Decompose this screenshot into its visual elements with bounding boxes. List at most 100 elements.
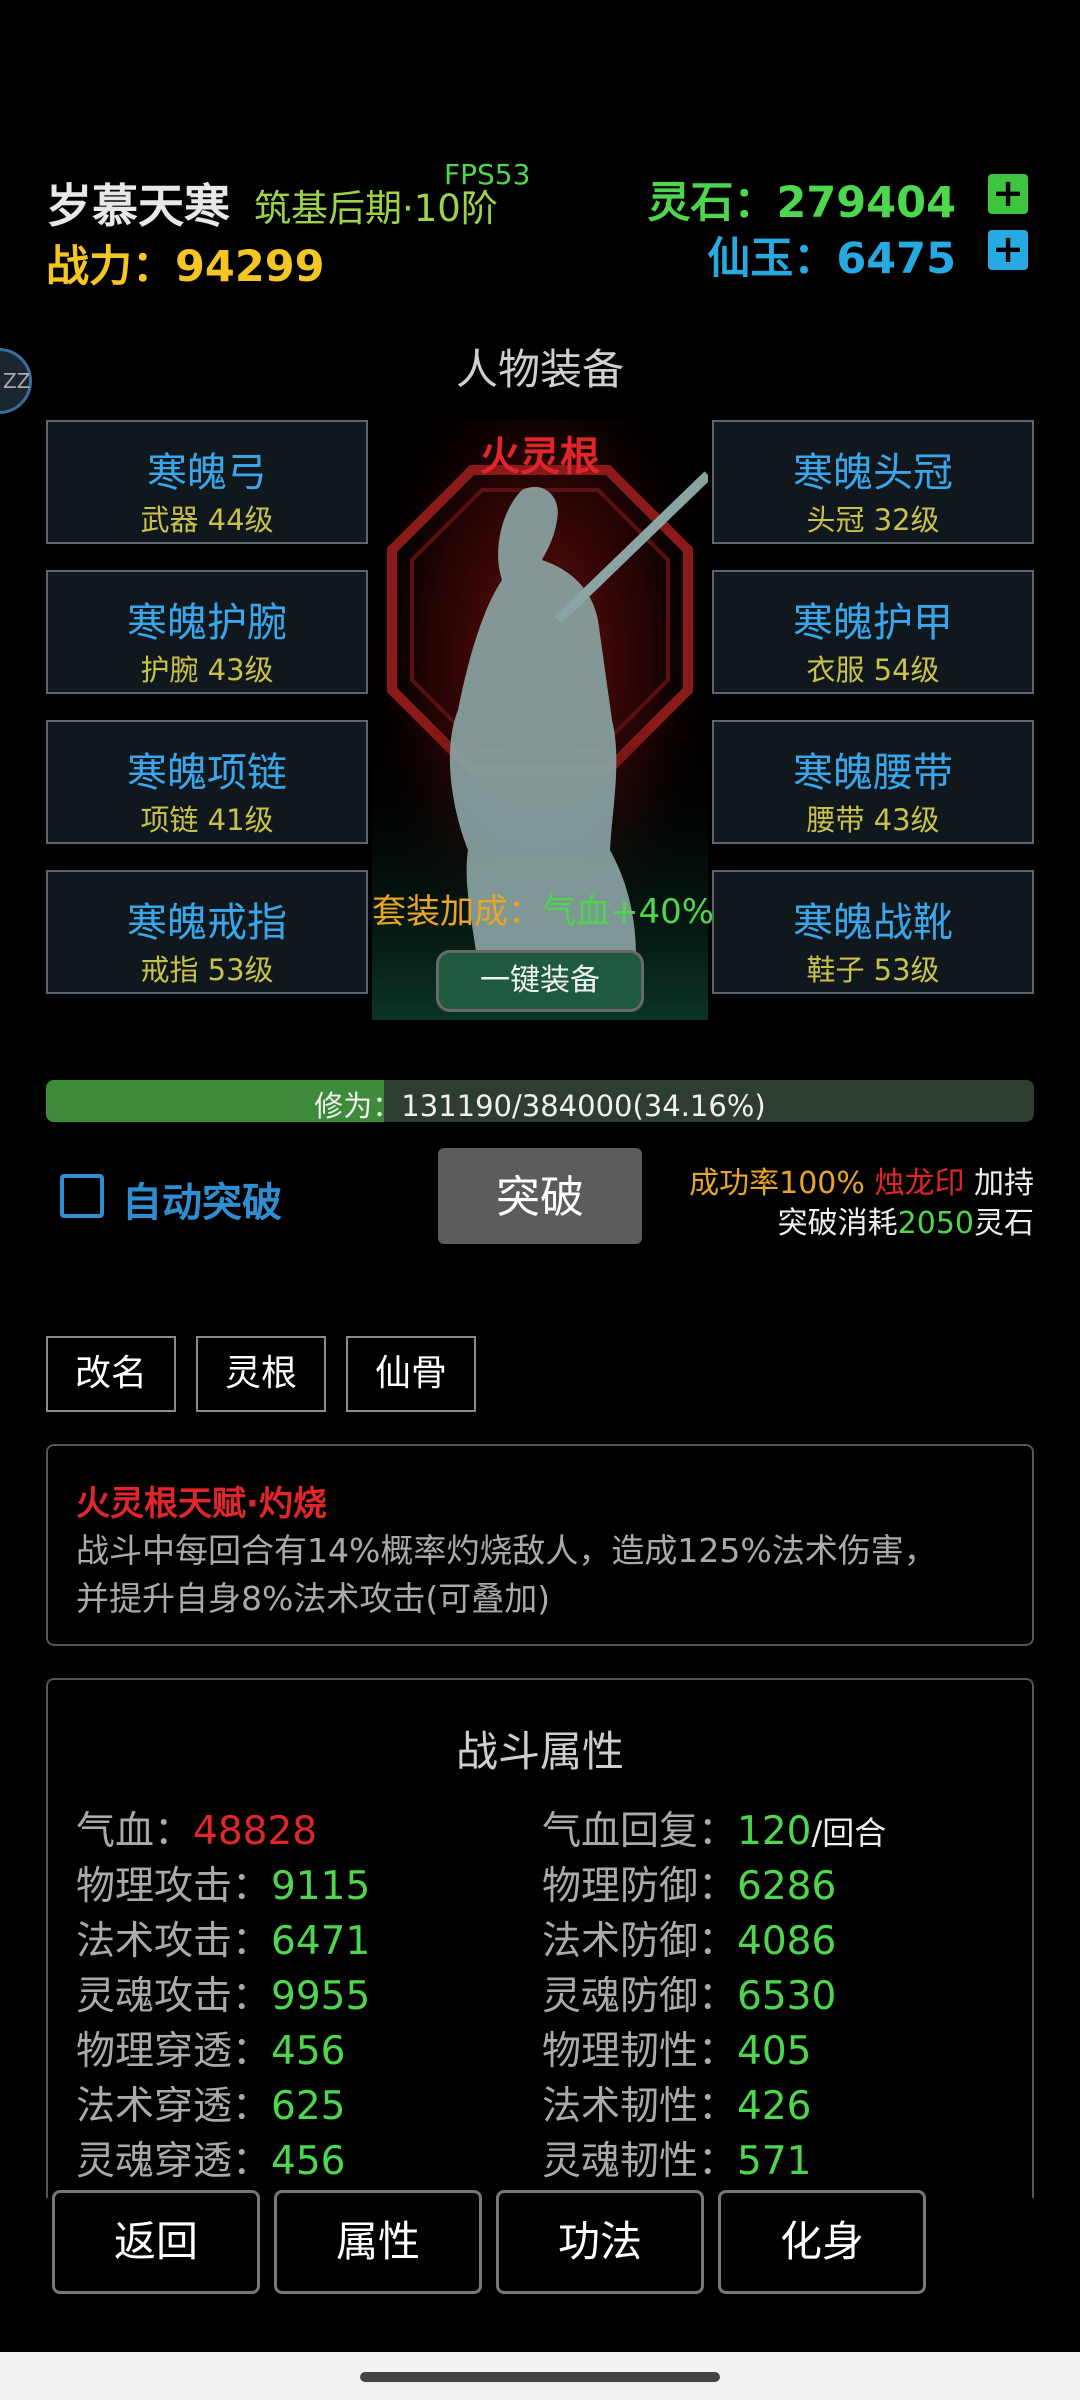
equip-slot-boots[interactable]: 寒魄战靴 鞋子 53级 bbox=[712, 870, 1034, 994]
stat-physical-attack: 物理攻击：9115 bbox=[76, 1855, 370, 1911]
cost-prefix: 突破消耗 bbox=[777, 1206, 898, 1241]
combat-stats-panel: 战斗属性 气血：48828 物理攻击：9115 法术攻击：6471 灵魂攻击：9… bbox=[46, 1678, 1034, 2198]
stat-label: 灵魂韧性： bbox=[542, 2139, 738, 2184]
talent-description-line1: 战斗中每回合有14%概率灼烧敌人，造成125%法术伤害， bbox=[76, 1531, 937, 1570]
stat-label: 物理穿透： bbox=[76, 2029, 272, 2074]
one-click-equip-label: 一键装备 bbox=[480, 963, 600, 998]
stat-value: 456 bbox=[271, 2139, 346, 2184]
cost-suffix: 灵石 bbox=[974, 1206, 1034, 1241]
cultivation-progress: 修为：131190/384000(34.16%) bbox=[46, 1080, 1034, 1122]
stat-value: 405 bbox=[737, 2029, 812, 2074]
spirit-root-button[interactable]: 灵根 bbox=[196, 1336, 326, 1412]
stat-unit: /回合 bbox=[811, 1814, 887, 1852]
equip-level: 鞋子 53级 bbox=[806, 953, 940, 987]
spirit-stone-value: 279404 bbox=[776, 178, 956, 228]
breakthrough-rate: 成功率100% 烛龙印 加持 bbox=[689, 1158, 1034, 1202]
equip-slot-ring[interactable]: 寒魄戒指 戒指 53级 bbox=[46, 870, 368, 994]
power-value: 94299 bbox=[175, 242, 325, 292]
set-bonus: 套装加成：气血+40% bbox=[372, 884, 714, 933]
techniques-button[interactable]: 功法 bbox=[496, 2190, 704, 2294]
stat-soul-defense: 灵魂防御：6530 bbox=[542, 1965, 836, 2021]
equip-slot-armor[interactable]: 寒魄护甲 衣服 54级 bbox=[712, 570, 1034, 694]
equip-slot-bracer[interactable]: 寒魄护腕 护腕 43级 bbox=[46, 570, 368, 694]
set-bonus-value: 气血+40% bbox=[542, 892, 715, 932]
equip-name: 寒魄戒指 bbox=[127, 900, 287, 946]
equip-level: 武器 44级 bbox=[140, 503, 274, 537]
equip-slot-belt[interactable]: 寒魄腰带 腰带 43级 bbox=[712, 720, 1034, 844]
add-spirit-stone-button[interactable]: + bbox=[988, 174, 1028, 214]
back-button[interactable]: 返回 bbox=[52, 2190, 260, 2294]
seal-bonus: 加持 bbox=[974, 1166, 1034, 1201]
equip-name: 寒魄护腕 bbox=[127, 600, 287, 646]
equip-slot-helmet[interactable]: 寒魄头冠 头冠 32级 bbox=[712, 420, 1034, 544]
avatar-button[interactable]: 化身 bbox=[718, 2190, 926, 2294]
stat-value: 625 bbox=[271, 2084, 346, 2129]
stat-value: 6286 bbox=[737, 1864, 837, 1909]
combat-stats-title: 战斗属性 bbox=[455, 1727, 624, 1776]
set-bonus-label: 套装加成： bbox=[372, 892, 542, 932]
stat-value: 9115 bbox=[271, 1864, 371, 1909]
jade-label: 仙玉： bbox=[707, 234, 837, 284]
stat-label: 灵魂攻击： bbox=[76, 1974, 272, 2019]
breakthrough-button[interactable]: 突破 bbox=[438, 1148, 642, 1244]
jade-value: 6475 bbox=[836, 234, 956, 284]
stat-value: 456 bbox=[271, 2029, 346, 2074]
talent-title: 火灵根天赋·灼烧 bbox=[76, 1484, 327, 1524]
cultivation-progress-text: 修为：131190/384000(34.16%) bbox=[314, 1089, 766, 1122]
equip-slot-necklace[interactable]: 寒魄项链 项链 41级 bbox=[46, 720, 368, 844]
add-jade-button[interactable]: + bbox=[988, 230, 1028, 270]
immortal-bone-button[interactable]: 仙骨 bbox=[346, 1336, 476, 1412]
stat-label: 法术穿透： bbox=[76, 2084, 272, 2129]
stat-label: 物理攻击： bbox=[76, 1864, 272, 1909]
stat-label: 法术防御： bbox=[542, 1919, 738, 1964]
stat-label: 法术攻击： bbox=[76, 1919, 272, 1964]
stat-soul-toughness: 灵魂韧性：571 bbox=[542, 2130, 811, 2186]
stat-soul-attack: 灵魂攻击：9955 bbox=[76, 1965, 370, 2021]
equip-name: 寒魄腰带 bbox=[793, 750, 953, 796]
stat-physical-defense: 物理防御：6286 bbox=[542, 1855, 836, 1911]
attributes-button[interactable]: 属性 bbox=[274, 2190, 482, 2294]
stat-soul-penetration: 灵魂穿透：456 bbox=[76, 2130, 345, 2186]
stat-hp-regen: 气血回复：120/回合 bbox=[542, 1800, 886, 1856]
stat-value: 6471 bbox=[271, 1919, 371, 1964]
rename-button[interactable]: 改名 bbox=[46, 1336, 176, 1412]
success-rate: 成功率100% bbox=[689, 1166, 865, 1201]
stat-value: 571 bbox=[737, 2139, 812, 2184]
stat-value: 120 bbox=[737, 1809, 812, 1854]
stat-value: 6530 bbox=[737, 1974, 837, 2019]
stat-value: 426 bbox=[737, 2084, 812, 2129]
stat-label: 物理韧性： bbox=[542, 2029, 738, 2074]
stat-label: 气血回复： bbox=[542, 1809, 738, 1854]
stat-hp: 气血：48828 bbox=[76, 1800, 317, 1856]
stat-magic-defense: 法术防御：4086 bbox=[542, 1910, 836, 1966]
stat-value: 48828 bbox=[193, 1809, 318, 1854]
fps-counter: FPS53 bbox=[444, 158, 531, 191]
stat-value: 9955 bbox=[271, 1974, 371, 2019]
one-click-equip-button[interactable]: 一键装备 bbox=[436, 950, 644, 1012]
stat-label: 物理防御： bbox=[542, 1864, 738, 1909]
auto-breakthrough-label[interactable]: 自动突破 bbox=[122, 1170, 282, 1228]
stat-label: 灵魂防御： bbox=[542, 1974, 738, 2019]
spirit-stone-label: 灵石： bbox=[647, 178, 777, 228]
equip-name: 寒魄战靴 bbox=[793, 900, 953, 946]
talent-panel: 火灵根天赋·灼烧 战斗中每回合有14%概率灼烧敌人，造成125%法术伤害， 并提… bbox=[46, 1444, 1034, 1646]
stat-magic-attack: 法术攻击：6471 bbox=[76, 1910, 370, 1966]
power-label: 战力： bbox=[46, 242, 175, 292]
auto-breakthrough-checkbox[interactable] bbox=[60, 1174, 104, 1218]
equip-slot-weapon[interactable]: 寒魄弓 武器 44级 bbox=[46, 420, 368, 544]
cost-value: 2050 bbox=[897, 1206, 974, 1241]
equip-level: 护腕 43级 bbox=[140, 653, 274, 687]
player-name: 岁慕天寒 bbox=[46, 179, 230, 233]
equip-level: 衣服 54级 bbox=[806, 653, 940, 687]
system-navigation-bar bbox=[0, 2352, 1080, 2400]
stat-value: 4086 bbox=[737, 1919, 837, 1964]
equip-name: 寒魄项链 bbox=[127, 750, 287, 796]
stat-label: 灵魂穿透： bbox=[76, 2139, 272, 2184]
equip-name: 寒魄弓 bbox=[147, 450, 267, 496]
spirit-stone-display: 灵石：279404 bbox=[647, 168, 956, 230]
jade-display: 仙玉：6475 bbox=[707, 224, 956, 286]
home-gesture-handle[interactable] bbox=[360, 2372, 720, 2382]
equipment-title: 人物装备 bbox=[455, 345, 624, 394]
seal-name: 烛龙印 bbox=[874, 1166, 965, 1201]
equip-name: 寒魄护甲 bbox=[793, 600, 953, 646]
